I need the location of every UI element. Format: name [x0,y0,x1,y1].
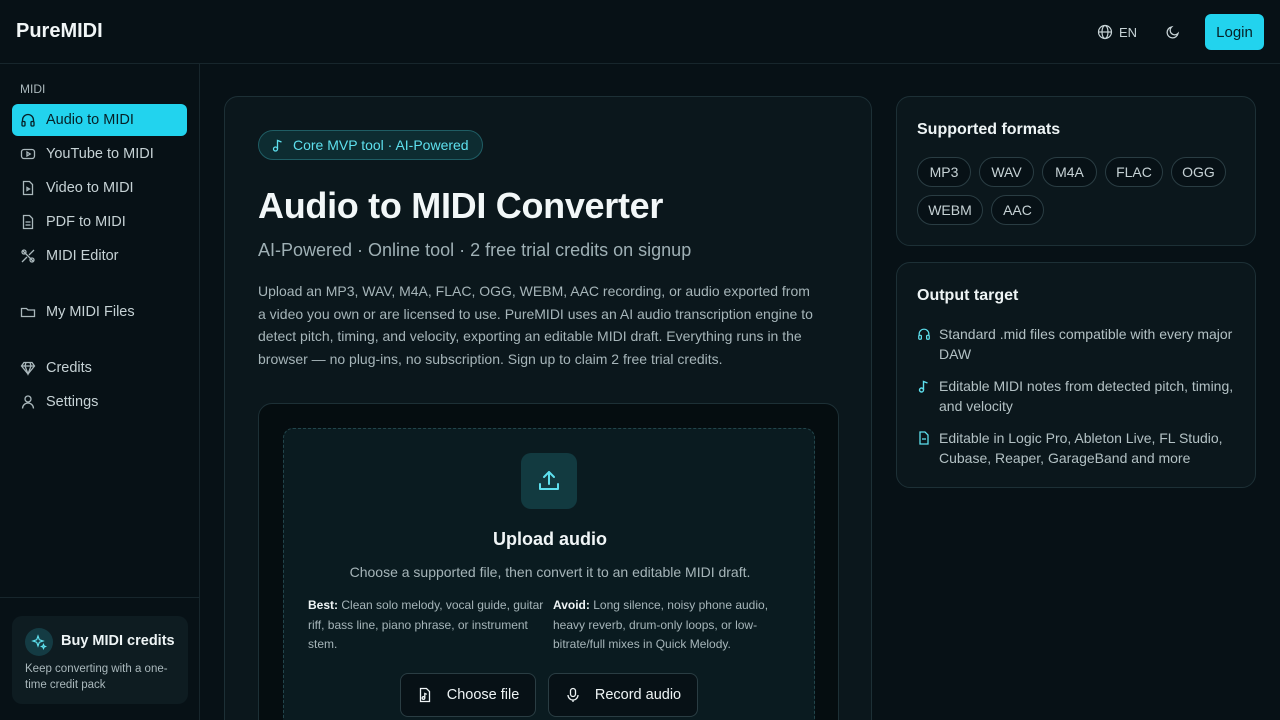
folder-icon [20,307,36,318]
sidebar-item-label: Credits [46,360,92,376]
page-description: Upload an MP3, WAV, M4A, FLAC, OGG, WEBM… [258,283,813,367]
upload-icon [521,453,577,509]
buy-credits-title: Buy MIDI credits [61,633,175,649]
format-chip: OGG [1171,157,1226,187]
sidebar-item-credits[interactable]: Credits [12,352,187,384]
page-title: Audio to MIDI Converter [258,185,664,226]
gem-icon [20,361,36,376]
buy-credits-subtitle: Keep converting with a one-time credit p… [25,663,168,691]
music-note-icon [272,139,282,152]
supported-formats-card: Supported formats MP3 WAV M4A FLAC OGG W… [896,96,1256,246]
format-chip: M4A [1042,157,1097,187]
choose-file-button[interactable]: Choose file [400,673,536,717]
sparkles-icon [25,628,53,656]
headphones-icon [918,328,930,340]
avoid-tip: Avoid: Long silence, noisy phone audio, … [553,596,773,655]
best-text: Clean solo melody, vocal guide, guitar r… [308,598,544,651]
login-button[interactable]: Login [1205,14,1264,50]
theme-toggle[interactable] [1165,24,1181,45]
tools-icon [21,249,35,263]
sidebar-item-label: Video to MIDI [46,180,134,196]
output-item: Editable MIDI notes from detected pitch,… [917,376,1242,416]
language-selector[interactable]: EN [1097,24,1137,40]
sidebar-item-label: Audio to MIDI [46,112,134,128]
output-item: Editable in Logic Pro, Ableton Live, FL … [917,428,1242,468]
upload-title: Upload audio [493,529,607,549]
headphones-icon [21,113,35,127]
formats-title: Supported formats [917,121,1061,138]
sidebar-item-pdf-to-midi[interactable]: PDF to MIDI [12,206,187,238]
tool-badge: Core MVP tool · AI-Powered [258,130,483,160]
sidebar-section-label: MIDI [20,82,46,96]
output-title: Output target [917,287,1019,304]
output-item-text: Editable in Logic Pro, Ableton Live, FL … [939,430,1223,466]
sidebar-item-youtube-to-midi[interactable]: YouTube to MIDI [12,138,187,170]
sidebar-item-label: YouTube to MIDI [46,146,154,162]
upload-subtitle: Choose a supported file, then convert it… [349,564,751,580]
format-chip: MP3 [917,157,971,187]
buy-credits-card[interactable]: Buy MIDI credits Keep converting with a … [12,616,188,704]
output-item-text: Editable MIDI notes from detected pitch,… [939,378,1234,414]
sidebar-item-label: MIDI Editor [46,248,119,264]
output-item-text: Standard .mid files compatible with ever… [939,326,1233,362]
output-item: Standard .mid files compatible with ever… [917,324,1242,364]
audio-file-icon [419,687,430,703]
format-chip: WEBM [917,195,983,225]
page-subtitle: AI-Powered · Online tool · 2 free trial … [258,240,692,260]
globe-icon [1097,24,1113,40]
sidebar-item-settings[interactable]: Settings [12,386,187,418]
sidebar-divider [0,597,199,598]
brand-logo[interactable]: PureMIDI [16,20,103,43]
sidebar-item-midi-editor[interactable]: MIDI Editor [12,240,187,272]
badge-label: Core MVP tool · AI-Powered [293,137,469,153]
microphone-icon [567,687,579,702]
format-chip: AAC [991,195,1044,225]
sidebar: MIDI Audio to MIDI YouTube to MIDI Video… [0,64,200,720]
output-target-card: Output target Standard .mid files compat… [896,262,1256,488]
sidebar-item-label: Settings [46,394,99,410]
choose-file-label: Choose file [446,687,520,703]
user-icon [21,395,35,409]
music-note-icon [918,380,928,393]
converter-card: Core MVP tool · AI-Powered Audio to MIDI… [224,96,872,720]
file-icon [919,431,929,445]
video-file-icon [22,180,34,196]
avoid-label: Avoid: [553,598,590,612]
best-tip: Best: Clean solo melody, vocal guide, gu… [308,596,546,655]
sidebar-item-label: PDF to MIDI [46,214,126,230]
upload-panel: Upload audio Choose a supported file, th… [258,403,839,720]
upload-dropzone[interactable]: Upload audio Choose a supported file, th… [283,428,815,720]
sidebar-item-label: My MIDI Files [46,304,135,320]
pdf-file-icon [22,214,34,230]
best-label: Best: [308,598,339,612]
moon-icon [1166,25,1180,39]
sidebar-item-video-to-midi[interactable]: Video to MIDI [12,172,187,204]
sidebar-item-audio-to-midi[interactable]: Audio to MIDI [12,104,187,136]
language-label: EN [1119,24,1138,40]
sidebar-item-my-midi-files[interactable]: My MIDI Files [12,296,187,328]
record-audio-button[interactable]: Record audio [548,673,698,717]
youtube-icon [20,148,36,160]
format-chip: WAV [979,157,1034,187]
format-chip: FLAC [1105,157,1163,187]
record-audio-label: Record audio [594,687,682,703]
top-bar: PureMIDI EN Login [0,0,1280,64]
